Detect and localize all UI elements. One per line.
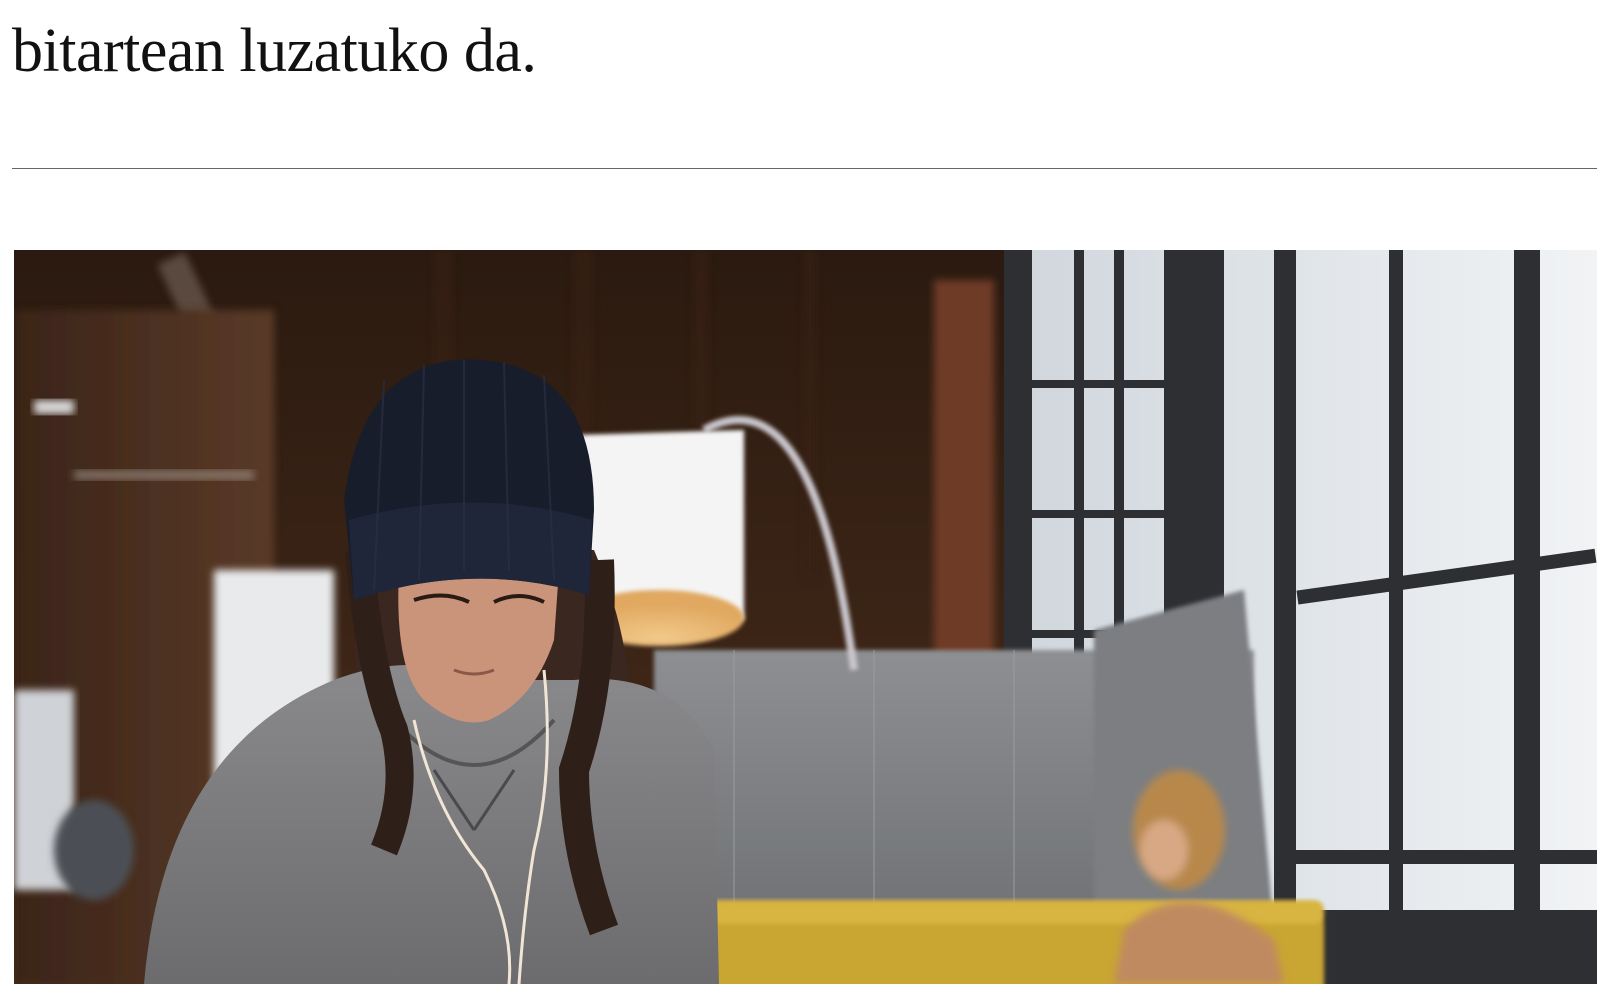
article-paragraph-tail: bitartean luzatuko da. (12, 17, 537, 85)
photo-illustration (14, 250, 1597, 984)
article-hero-photo (14, 250, 1597, 984)
article-page: bitartean luzatuko da. (0, 0, 1597, 984)
section-divider (12, 168, 1597, 169)
